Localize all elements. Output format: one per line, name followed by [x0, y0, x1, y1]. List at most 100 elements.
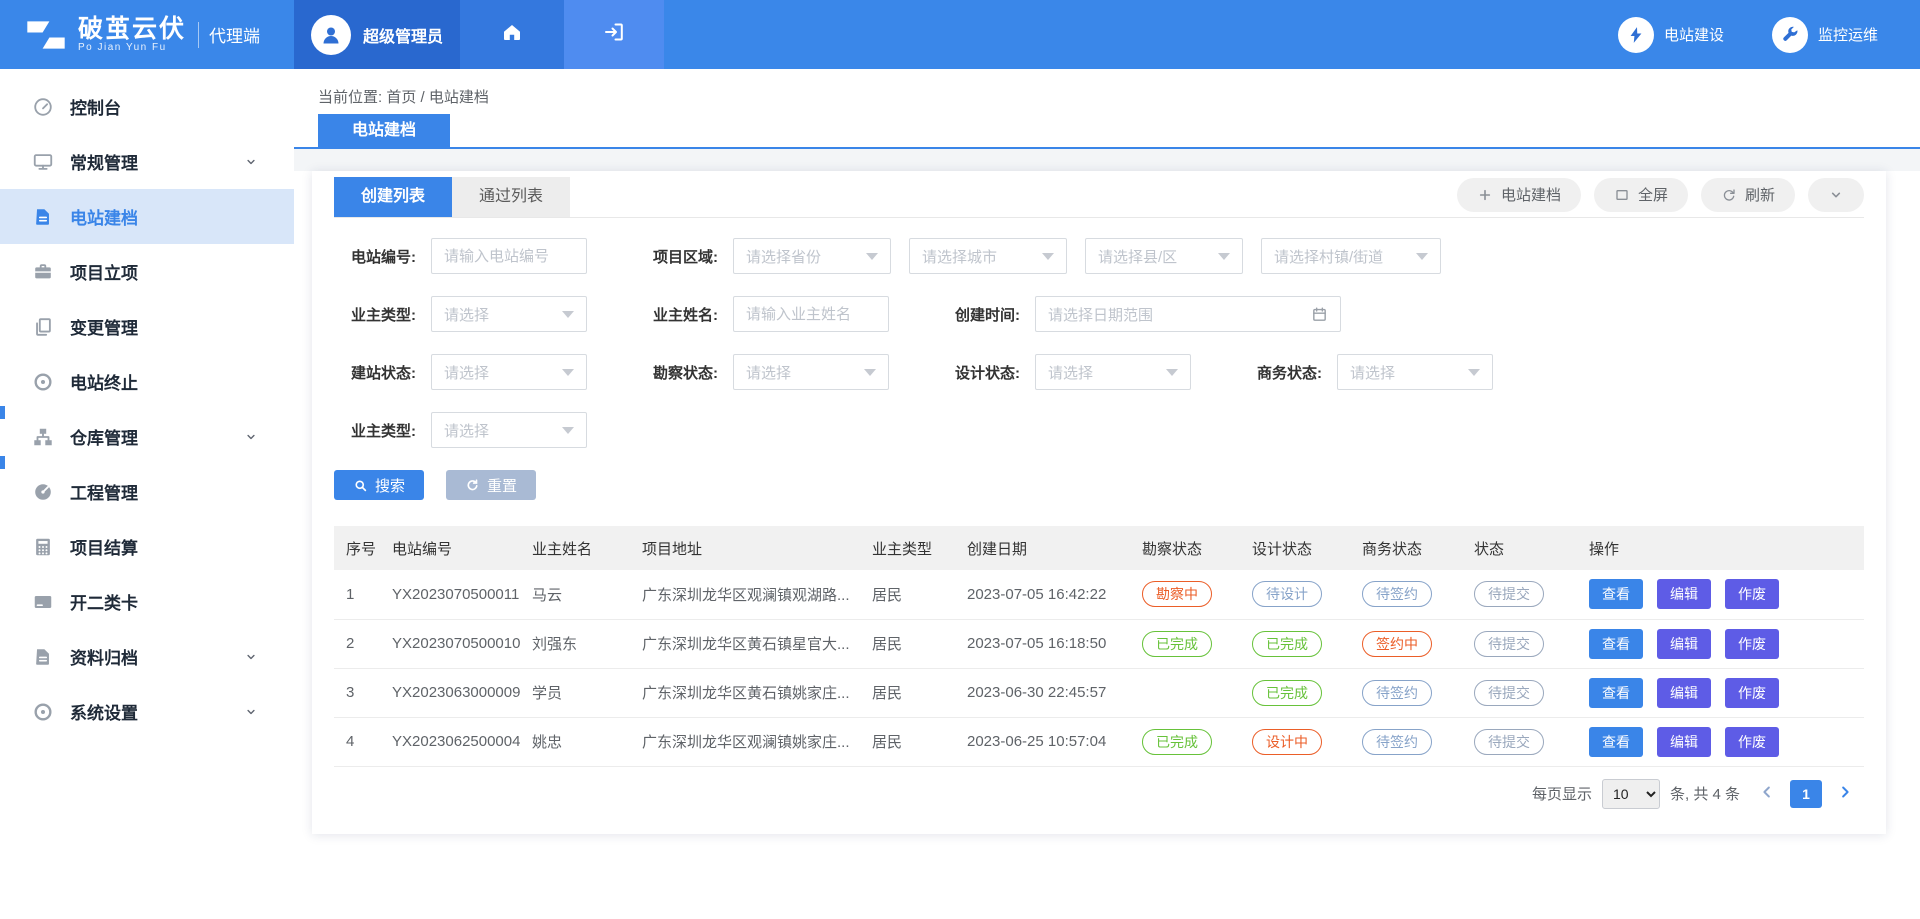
home-button[interactable]	[460, 0, 564, 69]
page-size-select[interactable]: 10	[1602, 779, 1660, 809]
owner-type-select-2[interactable]: 请选择	[431, 412, 587, 448]
status-pill: 待提交	[1474, 729, 1544, 755]
search-button-label: 搜索	[375, 475, 405, 496]
edit-row-button[interactable]: 编辑	[1657, 629, 1711, 659]
design-status-select[interactable]: 请选择	[1035, 354, 1191, 390]
edit-row-button[interactable]: 编辑	[1657, 727, 1711, 757]
town-select[interactable]: 请选择村镇/街道	[1261, 238, 1441, 274]
sidebar-item-console[interactable]: 控制台	[0, 79, 294, 134]
void-row-button[interactable]: 作废	[1725, 678, 1779, 708]
sidebar-item-change-management[interactable]: 变更管理	[0, 299, 294, 354]
tab-create-list[interactable]: 创建列表	[334, 177, 452, 217]
quick-link-station-construction[interactable]: 电站建设	[1618, 17, 1724, 53]
search-button[interactable]: 搜索	[334, 470, 424, 500]
station-code-input[interactable]	[431, 238, 587, 274]
filter-label: 业主姓名:	[636, 304, 718, 325]
toolbar-refresh-button[interactable]: 刷新	[1701, 178, 1795, 212]
sidebar-item-label: 项目立项	[70, 259, 138, 284]
cell-business-status: 待签约	[1350, 668, 1462, 717]
daterange-placeholder: 请选择日期范围	[1048, 304, 1153, 325]
province-select[interactable]: 请选择省份	[733, 238, 891, 274]
void-row-button[interactable]: 作废	[1725, 727, 1779, 757]
column-header: 创建日期	[955, 526, 1130, 570]
create-time-range[interactable]: 请选择日期范围	[1035, 296, 1341, 332]
filter-label: 项目区域:	[636, 246, 718, 267]
select-placeholder: 请选择	[746, 362, 791, 383]
sidebar-item-station-termination[interactable]: 电站终止	[0, 354, 294, 409]
view-row-button[interactable]: 查看	[1589, 579, 1643, 609]
county-select[interactable]: 请选择县/区	[1085, 238, 1243, 274]
user-menu[interactable]: 超级管理员	[294, 0, 460, 69]
page-1-button[interactable]: 1	[1790, 780, 1822, 808]
sidebar-item-system-settings[interactable]: 系统设置	[0, 684, 294, 739]
monitor-icon	[32, 151, 54, 173]
void-row-button[interactable]: 作废	[1725, 629, 1779, 659]
prev-page-button[interactable]	[1758, 783, 1776, 804]
toolbar-add-station-button[interactable]: 电站建档	[1457, 178, 1581, 212]
survey-status-select[interactable]: 请选择	[733, 354, 889, 390]
edit-row-button[interactable]: 编辑	[1657, 579, 1711, 609]
page-tab-station-filing[interactable]: 电站建档	[318, 114, 450, 147]
cell-business-status: 待签约	[1350, 570, 1462, 619]
layout: 控制台常规管理电站建档项目立项变更管理电站终止仓库管理工程管理项目结算开二类卡资…	[0, 69, 1920, 919]
filter-actions: 搜索 重置	[334, 470, 1864, 500]
filter-group: 创建时间:请选择日期范围	[938, 296, 1341, 332]
cell-design-status: 设计中	[1240, 717, 1350, 766]
sidebar-item-general-management[interactable]: 常规管理	[0, 134, 294, 189]
caret-down-icon	[1416, 253, 1428, 260]
sidebar-item-engineering-management[interactable]: 工程管理	[0, 464, 294, 519]
status-pill: 签约中	[1362, 631, 1432, 657]
sidebar-item-project-settlement[interactable]: 项目结算	[0, 519, 294, 574]
cell-owner-type: 居民	[860, 619, 955, 668]
quick-link-monitoring-ops[interactable]: 监控运维	[1772, 17, 1878, 53]
sidebar-item-data-archive[interactable]: 资料归档	[0, 629, 294, 684]
filter-group: 业主类型:请选择	[334, 412, 587, 448]
cell-index: 3	[334, 668, 380, 717]
chevron-down-icon	[244, 650, 266, 664]
business-status-select[interactable]: 请选择	[1337, 354, 1493, 390]
view-row-button[interactable]: 查看	[1589, 629, 1643, 659]
quick-link-label: 电站建设	[1664, 24, 1724, 45]
wrench-icon	[1772, 17, 1808, 53]
void-row-button[interactable]: 作废	[1725, 579, 1779, 609]
build-status-select[interactable]: 请选择	[431, 354, 587, 390]
view-row-button[interactable]: 查看	[1589, 727, 1643, 757]
sidebar-item-station-filing[interactable]: 电站建档	[0, 189, 294, 244]
cell-index: 4	[334, 717, 380, 766]
refresh-icon	[1721, 187, 1737, 203]
filter-label: 商务状态:	[1240, 362, 1322, 383]
cell-index: 1	[334, 570, 380, 619]
sidebar-item-project-initiation[interactable]: 项目立项	[0, 244, 294, 299]
brand-logo-icon	[24, 18, 68, 52]
pagination-prefix: 每页显示	[1532, 783, 1592, 804]
reset-button[interactable]: 重置	[446, 470, 536, 500]
cell-owner: 姚忠	[520, 717, 630, 766]
view-row-button[interactable]: 查看	[1589, 678, 1643, 708]
cell-design-status: 待设计	[1240, 570, 1350, 619]
tab-passed-list[interactable]: 通过列表	[452, 177, 570, 217]
toolbar-collapse-button[interactable]	[1808, 178, 1864, 212]
breadcrumb-home-link[interactable]: 首页	[386, 89, 416, 106]
sidebar-item-warehouse-management[interactable]: 仓库管理	[0, 409, 294, 464]
dashboard-icon	[32, 96, 54, 118]
logout-button[interactable]	[564, 0, 664, 69]
filter-group: 电站编号:	[334, 238, 587, 274]
user-avatar-icon	[311, 15, 351, 55]
filter-label: 电站编号:	[334, 246, 416, 267]
cell-survey-status: 已完成	[1130, 619, 1240, 668]
caret-down-icon	[1218, 253, 1230, 260]
edit-row-button[interactable]: 编辑	[1657, 678, 1711, 708]
cell-created: 2023-07-05 16:18:50	[955, 619, 1130, 668]
owner-type-select[interactable]: 请选择	[431, 296, 587, 332]
sidebar: 控制台常规管理电站建档项目立项变更管理电站终止仓库管理工程管理项目结算开二类卡资…	[0, 69, 294, 919]
next-page-button[interactable]	[1836, 783, 1854, 804]
toolbar-fullscreen-button[interactable]: 全屏	[1594, 178, 1688, 212]
pagination: 每页显示 10 条, 共 4 条 1	[334, 779, 1864, 809]
sidebar-item-label: 系统设置	[70, 699, 138, 724]
sidebar-item-type2-card[interactable]: 开二类卡	[0, 574, 294, 629]
cell-created: 2023-07-05 16:42:22	[955, 570, 1130, 619]
city-select[interactable]: 请选择城市	[909, 238, 1067, 274]
main-content: 当前位置: 首页 / 电站建档 电站建档 创建列表通过列表 电站建档全屏刷新 电…	[294, 69, 1920, 919]
filter-group: 商务状态: 请选择	[1240, 354, 1493, 390]
owner-name-input[interactable]	[733, 296, 889, 332]
